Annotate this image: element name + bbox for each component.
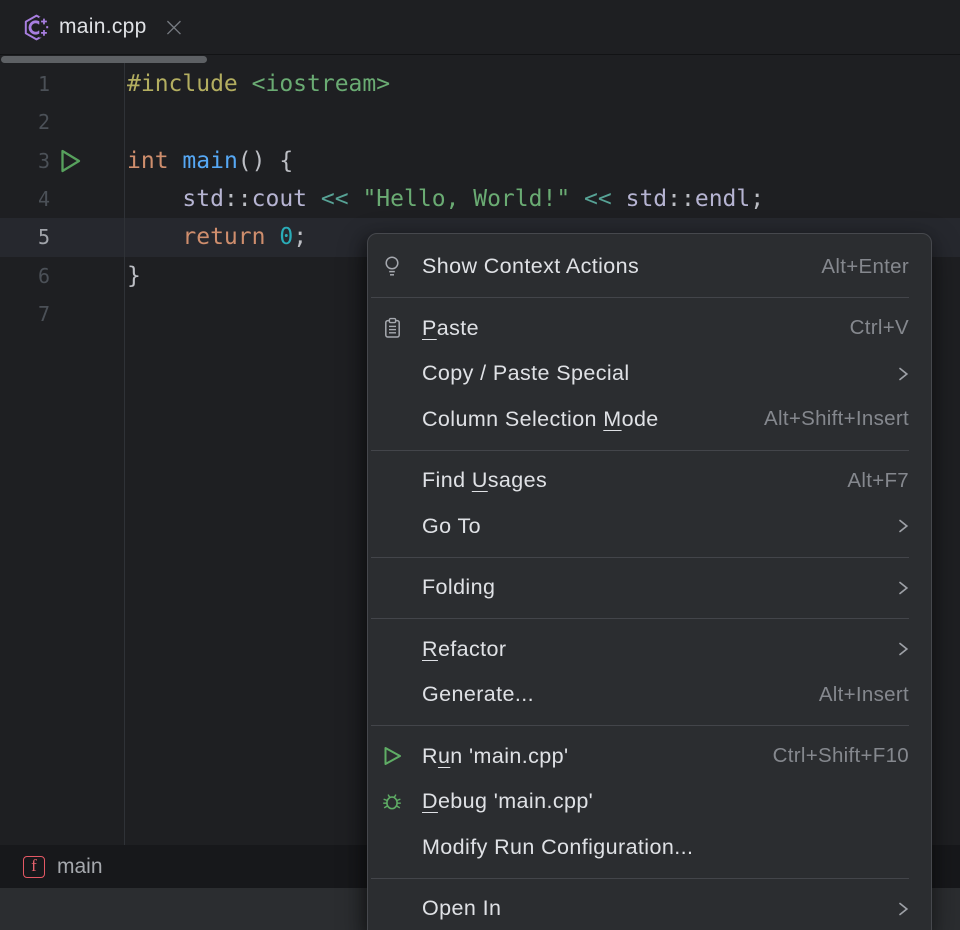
menu-item-shortcut: Alt+Enter xyxy=(821,255,909,279)
icon-spacer xyxy=(381,363,403,385)
icon-spacer xyxy=(381,470,403,492)
menu-item-label: Folding xyxy=(422,575,495,600)
menu-item-copy-paste-special[interactable]: Copy / Paste Special xyxy=(368,351,931,397)
gutter: 7 xyxy=(0,295,124,333)
submenu-arrow-icon xyxy=(898,365,909,383)
line-number: 4 xyxy=(38,180,50,218)
code-line-4[interactable]: 4 std::cout << "Hello, World!" << std::e… xyxy=(0,180,960,218)
gutter: 6 xyxy=(0,257,124,295)
submenu-arrow-icon xyxy=(898,517,909,535)
menu-item-label: Open In xyxy=(422,896,501,921)
function-icon: f xyxy=(23,856,45,878)
menu-item-label: Paste xyxy=(422,316,479,341)
menu-item-go-to[interactable]: Go To xyxy=(368,504,931,550)
menu-item-show-context-actions[interactable]: Show Context Actions Alt+Enter xyxy=(368,244,931,290)
icon-spacer xyxy=(381,898,403,920)
menu-item-label: Debug 'main.cpp' xyxy=(422,789,593,814)
icon-spacer xyxy=(381,408,403,430)
line-number: 6 xyxy=(38,257,50,295)
line-number: 3 xyxy=(38,142,50,180)
code-line-3[interactable]: 3 int main() { xyxy=(0,142,960,180)
code-text: return 0; xyxy=(124,218,307,256)
submenu-arrow-icon xyxy=(898,640,909,658)
breadcrumb-label: main xyxy=(57,855,103,879)
menu-item-shortcut: Alt+Insert xyxy=(819,683,909,707)
line-number: 1 xyxy=(38,65,50,103)
menu-item-paste[interactable]: Paste Ctrl+V xyxy=(368,306,931,352)
code-text: #include <iostream> xyxy=(124,65,390,103)
submenu-arrow-icon xyxy=(898,900,909,918)
menu-item-label: Refactor xyxy=(422,637,506,662)
menu-item-open-in[interactable]: Open In xyxy=(368,886,931,930)
menu-separator xyxy=(368,442,931,458)
menu-separator xyxy=(368,870,931,886)
menu-item-shortcut: Alt+Shift+Insert xyxy=(764,407,909,431)
code-line-1[interactable]: 1 #include <iostream> xyxy=(0,65,960,103)
menu-item-label: Generate... xyxy=(422,682,534,707)
icon-spacer xyxy=(381,684,403,706)
menu-item-label: Show Context Actions xyxy=(422,254,639,279)
menu-item-shortcut: Alt+F7 xyxy=(847,469,909,493)
gutter: 1 xyxy=(0,65,124,103)
code-line-2[interactable]: 2 xyxy=(0,103,960,141)
code-text: } xyxy=(124,257,141,295)
menu-item-column-selection-mode[interactable]: Column Selection Mode Alt+Shift+Insert xyxy=(368,397,931,443)
gutter-separator xyxy=(124,63,125,845)
line-number: 2 xyxy=(38,103,50,141)
menu-item-run-main-cpp[interactable]: Run 'main.cpp' Ctrl+Shift+F10 xyxy=(368,734,931,780)
tab-label: main.cpp xyxy=(59,15,147,39)
icon-spacer xyxy=(381,836,403,858)
line-number: 7 xyxy=(38,295,50,333)
code-text: int main() { xyxy=(124,142,293,180)
gutter: 3 xyxy=(0,142,124,180)
tab-bar: main.cpp × xyxy=(0,0,960,55)
menu-item-debug-main-cpp[interactable]: Debug 'main.cpp' xyxy=(368,779,931,825)
menu-separator xyxy=(368,611,931,627)
code-text: std::cout << "Hello, World!" << std::end… xyxy=(124,180,764,218)
breadcrumb-item-main[interactable]: f main xyxy=(23,855,103,879)
gutter: 4 xyxy=(0,180,124,218)
icon-spacer xyxy=(381,638,403,660)
line-number: 5 xyxy=(38,218,50,256)
menu-item-find-usages[interactable]: Find Usages Alt+F7 xyxy=(368,458,931,504)
cpp-file-icon xyxy=(23,14,50,41)
gutter: 2 xyxy=(0,103,124,141)
tab-scrollbar-thumb[interactable] xyxy=(1,56,207,63)
menu-item-modify-run-configuration[interactable]: Modify Run Configuration... xyxy=(368,825,931,871)
menu-separator xyxy=(368,290,931,306)
gutter: 5 xyxy=(0,218,124,256)
menu-item-label: Copy / Paste Special xyxy=(422,361,630,386)
menu-item-generate[interactable]: Generate... Alt+Insert xyxy=(368,672,931,718)
menu-item-label: Go To xyxy=(422,514,481,539)
menu-item-folding[interactable]: Folding xyxy=(368,565,931,611)
menu-separator xyxy=(368,549,931,565)
bulb-icon xyxy=(381,256,403,278)
run-icon xyxy=(381,745,403,767)
menu-item-shortcut: Ctrl+V xyxy=(850,316,909,340)
clipboard-icon xyxy=(381,317,403,339)
menu-item-label: Column Selection Mode xyxy=(422,407,659,432)
menu-item-refactor[interactable]: Refactor xyxy=(368,627,931,673)
menu-item-shortcut: Ctrl+Shift+F10 xyxy=(773,744,909,768)
debug-icon xyxy=(381,791,403,813)
menu-item-label: Modify Run Configuration... xyxy=(422,835,693,860)
tab-close-icon[interactable]: × xyxy=(163,14,186,41)
submenu-arrow-icon xyxy=(898,579,909,597)
icon-spacer xyxy=(381,577,403,599)
tab-main-cpp[interactable]: main.cpp × xyxy=(0,0,203,54)
context-menu: Show Context Actions Alt+Enter Paste Ctrl+V… xyxy=(367,233,932,930)
menu-separator xyxy=(368,718,931,734)
icon-spacer xyxy=(381,515,403,537)
menu-item-label: Run 'main.cpp' xyxy=(422,744,568,769)
menu-item-label: Find Usages xyxy=(422,468,547,493)
